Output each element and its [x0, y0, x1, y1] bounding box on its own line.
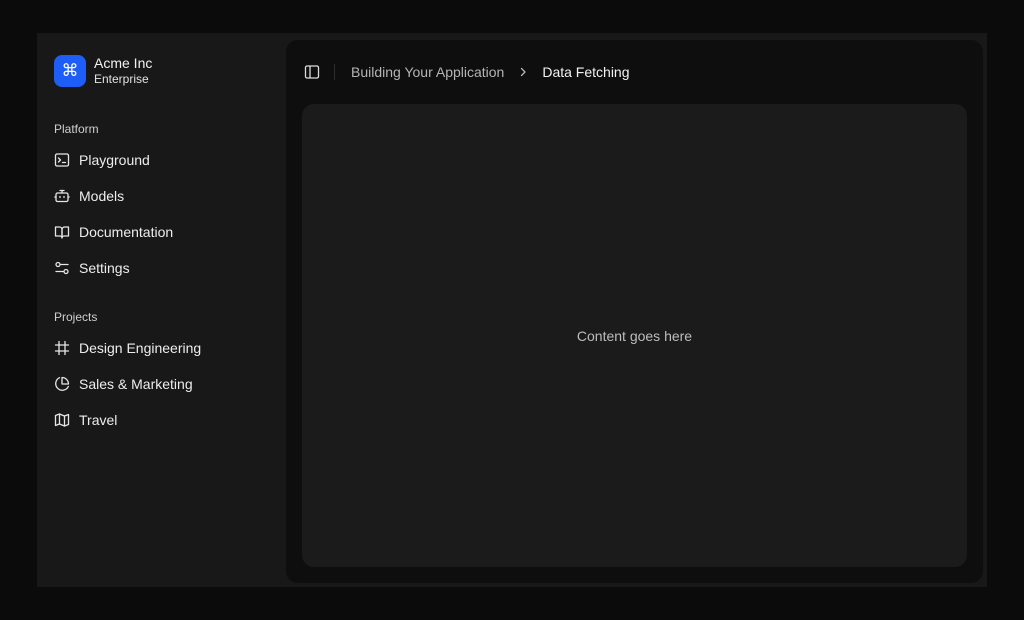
- sidebar-item-label: Design Engineering: [79, 340, 202, 356]
- sidebar-toggle-button[interactable]: [303, 63, 321, 81]
- team-info: Acme Inc Enterprise: [94, 55, 152, 87]
- sidebar-item-documentation[interactable]: Documentation: [54, 214, 274, 250]
- sidebar-item-settings[interactable]: Settings: [54, 250, 274, 286]
- sliders-icon: [55, 261, 69, 275]
- breadcrumb: Building Your Application Data Fetching: [351, 64, 630, 80]
- header-separator: [334, 64, 335, 80]
- sidebar-item-label: Playground: [79, 152, 150, 168]
- team-switcher[interactable]: ⌘ Acme Inc Enterprise: [54, 55, 152, 87]
- sidebar-item-sales-marketing[interactable]: Sales & Marketing: [54, 366, 274, 402]
- page-header: Building Your Application Data Fetching: [286, 40, 983, 104]
- app-frame: ⌘ Acme Inc Enterprise Platform Playgroun…: [37, 33, 987, 587]
- breadcrumb-current-page: Data Fetching: [542, 64, 630, 80]
- sidebar-item-label: Travel: [79, 412, 118, 428]
- sidebar-item-playground[interactable]: Playground: [54, 142, 274, 178]
- chevron-right-icon: [516, 65, 530, 79]
- command-icon: ⌘: [54, 55, 86, 87]
- platform-group-label: Platform: [54, 122, 99, 136]
- main-panel: Building Your Application Data Fetching …: [286, 40, 983, 583]
- projects-nav: Design Engineering Sales & Marketing Tra…: [54, 330, 274, 438]
- projects-group-label: Projects: [54, 310, 98, 324]
- sidebar: ⌘ Acme Inc Enterprise Platform Playgroun…: [37, 33, 286, 587]
- sidebar-item-travel[interactable]: Travel: [54, 402, 274, 438]
- bot-icon: [54, 189, 70, 203]
- sidebar-item-design-engineering[interactable]: Design Engineering: [54, 330, 274, 366]
- sidebar-item-label: Settings: [79, 260, 130, 276]
- pie-chart-icon: [55, 376, 70, 391]
- platform-nav: Playground Models Documentation Settings: [54, 142, 274, 286]
- book-open-icon: [54, 226, 70, 239]
- sidebar-item-models[interactable]: Models: [54, 178, 274, 214]
- sidebar-item-label: Models: [79, 188, 125, 204]
- frame-icon: [54, 340, 70, 356]
- content-placeholder: Content goes here: [576, 327, 693, 344]
- content-area: Content goes here: [302, 104, 967, 567]
- map-icon: [54, 413, 70, 427]
- panel-left-icon: [304, 65, 320, 79]
- terminal-icon: [54, 153, 70, 167]
- team-plan: Enterprise: [94, 72, 149, 86]
- sidebar-item-label: Documentation: [79, 224, 174, 240]
- team-name: Acme Inc: [94, 55, 153, 71]
- sidebar-item-label: Sales & Marketing: [79, 376, 193, 392]
- breadcrumb-link[interactable]: Building Your Application: [351, 64, 504, 80]
